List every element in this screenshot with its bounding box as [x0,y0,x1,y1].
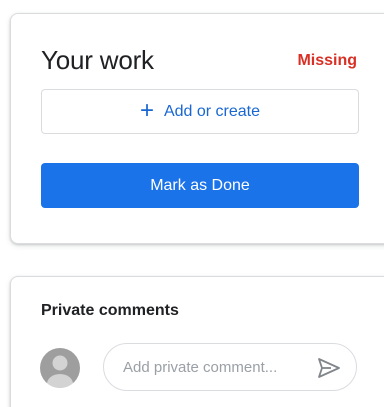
private-comment-field[interactable] [103,343,357,391]
private-comment-input[interactable] [123,358,303,376]
status-badge-missing: Missing [297,52,357,69]
your-work-card: Your work Missing + Add or create Mark a… [10,13,384,244]
plus-icon: + [139,96,154,124]
page: Your work Missing + Add or create Mark a… [0,0,384,407]
avatar-silhouette [47,355,73,388]
send-button[interactable] [316,356,342,380]
mark-as-done-label: Mark as Done [150,176,250,194]
private-comments-title: Private comments [41,302,179,319]
add-or-create-button[interactable]: + Add or create [41,89,359,134]
private-comments-card: Private comments [10,276,384,407]
person-avatar-icon [40,348,80,388]
send-icon [318,358,340,378]
your-work-title: Your work [41,45,154,75]
mark-as-done-button[interactable]: Mark as Done [41,163,359,208]
add-or-create-label: Add or create [163,102,261,120]
